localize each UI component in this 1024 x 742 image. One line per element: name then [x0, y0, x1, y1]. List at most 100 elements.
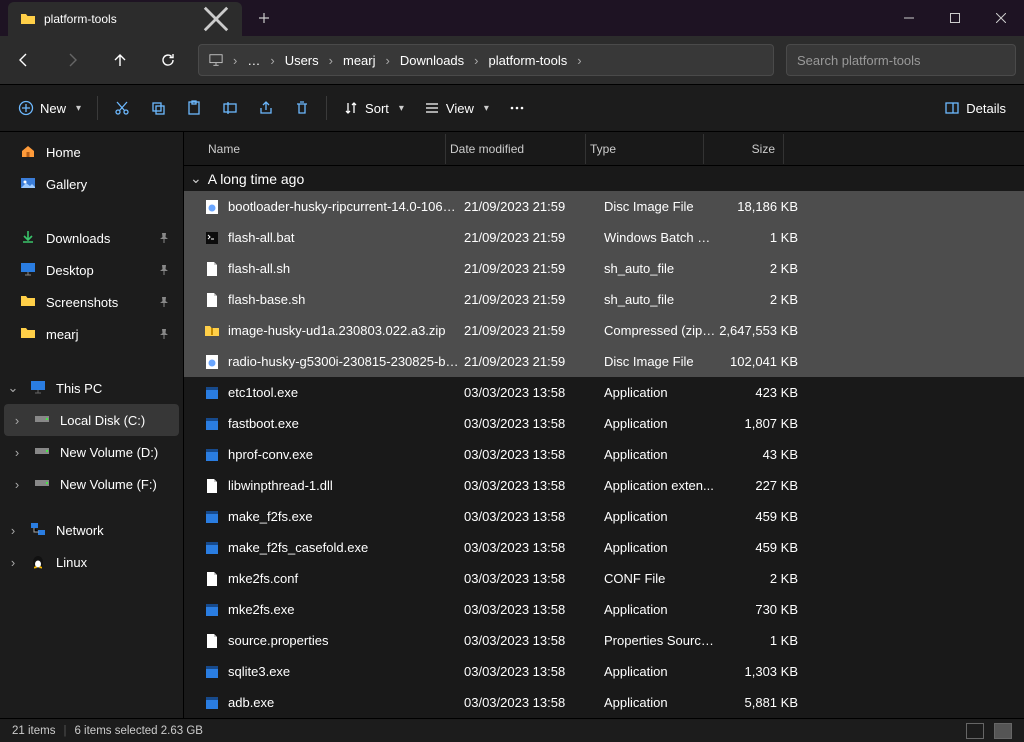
new-button[interactable]: New ▾ — [8, 91, 91, 125]
file-row[interactable]: flash-all.sh 21/09/2023 21:59 sh_auto_fi… — [184, 253, 1024, 284]
pin-icon[interactable] — [159, 297, 169, 307]
file-row[interactable]: make_f2fs_casefold.exe 03/03/2023 13:58 … — [184, 532, 1024, 563]
search-box[interactable] — [786, 44, 1016, 76]
sidebar-quick-screenshots[interactable]: Screenshots — [4, 286, 179, 318]
file-size: 2,647,553 KB — [718, 323, 798, 338]
chevron-right-icon[interactable]: › — [10, 413, 24, 428]
monitor-icon[interactable] — [205, 49, 227, 71]
sidebar-drive[interactable]: › New Volume (F:) — [4, 468, 179, 500]
chevron-right-icon[interactable]: › — [575, 53, 583, 68]
file-type: Properties Source ... — [600, 633, 718, 648]
sort-button[interactable]: Sort ▾ — [333, 91, 414, 125]
breadcrumb-overflow[interactable]: … — [243, 49, 264, 72]
cut-button[interactable] — [104, 91, 140, 125]
details-pane-button[interactable]: Details — [934, 91, 1016, 125]
sidebar-gallery[interactable]: Gallery — [4, 168, 179, 200]
group-header[interactable]: ⌄ A long time ago — [184, 166, 1024, 191]
file-row[interactable]: sqlite3.exe 03/03/2023 13:58 Application… — [184, 656, 1024, 687]
chevron-right-icon[interactable]: › — [231, 53, 239, 68]
breadcrumb-segment[interactable]: platform-tools — [485, 49, 572, 72]
file-row[interactable]: image-husky-ud1a.230803.022.a3.zip 21/09… — [184, 315, 1024, 346]
file-row[interactable]: fastboot.exe 03/03/2023 13:58 Applicatio… — [184, 408, 1024, 439]
sidebar-linux[interactable]: › Linux — [4, 546, 179, 578]
file-size: 18,186 KB — [718, 199, 798, 214]
file-row[interactable]: mke2fs.conf 03/03/2023 13:58 CONF File 2… — [184, 563, 1024, 594]
sidebar-quick-downloads[interactable]: Downloads — [4, 222, 179, 254]
breadcrumb-segment[interactable]: Users — [281, 49, 323, 72]
chevron-right-icon[interactable]: › — [10, 445, 24, 460]
breadcrumb-segment[interactable]: mearj — [339, 49, 380, 72]
up-button[interactable] — [96, 36, 144, 84]
chevron-right-icon[interactable]: › — [6, 555, 20, 570]
file-type: Application exten... — [600, 478, 718, 493]
chevron-right-icon[interactable]: › — [384, 53, 392, 68]
sort-label: Sort — [365, 101, 389, 116]
sidebar-quick-mearj[interactable]: mearj — [4, 318, 179, 350]
rename-button[interactable] — [212, 91, 248, 125]
chevron-right-icon[interactable]: › — [472, 53, 480, 68]
file-row[interactable]: make_f2fs.exe 03/03/2023 13:58 Applicati… — [184, 501, 1024, 532]
file-row[interactable]: adb.exe 03/03/2023 13:58 Application 5,8… — [184, 687, 1024, 718]
file-row[interactable]: hprof-conv.exe 03/03/2023 13:58 Applicat… — [184, 439, 1024, 470]
thumbnails-view-toggle[interactable] — [994, 723, 1012, 739]
share-button[interactable] — [248, 91, 284, 125]
file-rows[interactable]: ⌄ A long time ago bootloader-husky-ripcu… — [184, 166, 1024, 718]
details-view-toggle[interactable] — [966, 723, 984, 739]
file-row[interactable]: flash-all.bat 21/09/2023 21:59 Windows B… — [184, 222, 1024, 253]
folder-icon — [20, 293, 36, 312]
chevron-right-icon[interactable]: › — [10, 477, 24, 492]
drive-icon — [34, 443, 50, 462]
file-row[interactable]: flash-base.sh 21/09/2023 21:59 sh_auto_f… — [184, 284, 1024, 315]
more-button[interactable] — [499, 91, 535, 125]
pin-icon[interactable] — [159, 265, 169, 275]
file-name: radio-husky-g5300i-230815-230825-b-10... — [228, 354, 460, 369]
window-tab[interactable]: platform-tools — [8, 2, 242, 36]
chevron-right-icon[interactable]: › — [6, 523, 20, 538]
pin-icon[interactable] — [159, 233, 169, 243]
minimize-button[interactable] — [886, 0, 932, 36]
view-button[interactable]: View ▾ — [414, 91, 499, 125]
drive-icon — [34, 411, 50, 430]
column-size[interactable]: Size — [704, 134, 784, 164]
pin-icon[interactable] — [159, 329, 169, 339]
new-tab-button[interactable] — [242, 0, 286, 36]
chevron-right-icon[interactable]: › — [268, 53, 276, 68]
close-tab-button[interactable] — [202, 5, 230, 33]
sidebar-home[interactable]: Home — [4, 136, 179, 168]
sidebar-item-label: mearj — [46, 327, 79, 342]
file-row[interactable]: source.properties 03/03/2023 13:58 Prope… — [184, 625, 1024, 656]
file-row[interactable]: bootloader-husky-ripcurrent-14.0-10659..… — [184, 191, 1024, 222]
forward-button[interactable] — [48, 36, 96, 84]
sidebar-network[interactable]: › Network — [4, 514, 179, 546]
column-type[interactable]: Type — [586, 134, 704, 164]
maximize-button[interactable] — [932, 0, 978, 36]
sidebar-quick-desktop[interactable]: Desktop — [4, 254, 179, 286]
file-modified: 03/03/2023 13:58 — [460, 416, 600, 431]
refresh-button[interactable] — [144, 36, 192, 84]
breadcrumb-segment[interactable]: Downloads — [396, 49, 468, 72]
column-modified[interactable]: Date modified — [446, 134, 586, 164]
breadcrumb[interactable]: › … › Users › mearj › Downloads › platfo… — [198, 44, 774, 76]
search-input[interactable] — [797, 53, 1005, 68]
chevron-down-icon[interactable]: ⌄ — [6, 380, 20, 396]
sidebar-this-pc[interactable]: ⌄ This PC — [4, 372, 179, 404]
file-row[interactable]: etc1tool.exe 03/03/2023 13:58 Applicatio… — [184, 377, 1024, 408]
sidebar-drive[interactable]: › New Volume (D:) — [4, 436, 179, 468]
file-type: Application — [600, 540, 718, 555]
close-window-button[interactable] — [978, 0, 1024, 36]
file-modified: 03/03/2023 13:58 — [460, 447, 600, 462]
file-size: 459 KB — [718, 509, 798, 524]
file-row[interactable]: radio-husky-g5300i-230815-230825-b-10...… — [184, 346, 1024, 377]
file-type: sh_auto_file — [600, 261, 718, 276]
file-modified: 21/09/2023 21:59 — [460, 323, 600, 338]
sidebar-drive[interactable]: › Local Disk (C:) — [4, 404, 179, 436]
file-row[interactable]: libwinpthread-1.dll 03/03/2023 13:58 App… — [184, 470, 1024, 501]
column-headers[interactable]: Name Date modified Type Size — [184, 132, 1024, 166]
delete-button[interactable] — [284, 91, 320, 125]
column-name[interactable]: Name — [204, 134, 446, 164]
copy-button[interactable] — [140, 91, 176, 125]
back-button[interactable] — [0, 36, 48, 84]
paste-button[interactable] — [176, 91, 212, 125]
file-row[interactable]: mke2fs.exe 03/03/2023 13:58 Application … — [184, 594, 1024, 625]
chevron-right-icon[interactable]: › — [327, 53, 335, 68]
